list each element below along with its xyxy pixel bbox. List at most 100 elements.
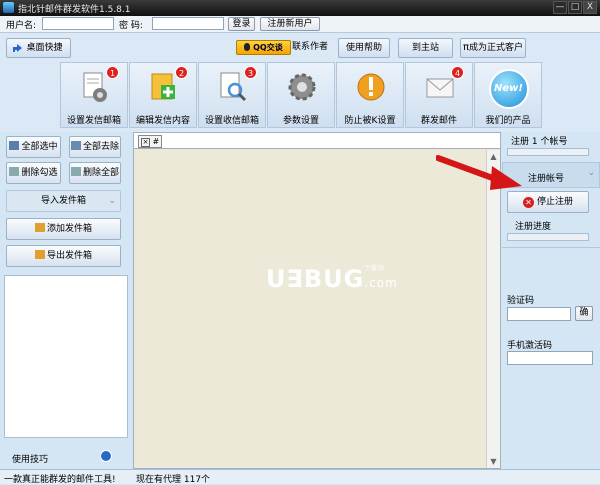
watermark: U∃BUG.com 下载站 bbox=[266, 265, 398, 293]
window-title: 指北针邮件群发软件1.5.8.1 bbox=[18, 5, 131, 15]
minimize-button[interactable]: — bbox=[553, 1, 567, 14]
chevron-down-icon: ⌄ bbox=[108, 196, 116, 206]
document-gear-icon bbox=[83, 72, 107, 102]
step-badge: 4 bbox=[451, 66, 464, 79]
contact-author-button[interactable]: QQ交谈 联系作者 bbox=[234, 38, 329, 58]
eraser-icon bbox=[9, 167, 20, 176]
watermark-sub: .com bbox=[364, 276, 398, 290]
confirm-button[interactable]: 确 bbox=[575, 306, 593, 321]
red-arrow-annotation bbox=[436, 155, 522, 190]
desktop-shortcut-label: 桌面快捷 bbox=[26, 43, 63, 53]
tab-main[interactable]: × # bbox=[138, 135, 162, 148]
tool-set-sender[interactable]: 1 设置发信邮箱 bbox=[60, 62, 128, 128]
tool-label: 编辑发信内容 bbox=[135, 116, 190, 126]
tool-label: 我们的产品 bbox=[485, 116, 531, 126]
tips-icon[interactable] bbox=[100, 450, 112, 462]
help-button[interactable]: 使用帮助 bbox=[338, 38, 390, 58]
tool-label: 参数设置 bbox=[282, 116, 319, 126]
watermark-main: U∃BUG bbox=[266, 265, 365, 293]
tool-anti-k[interactable]: 防止被K设置 bbox=[336, 62, 404, 128]
watermark-tag: 下载站 bbox=[364, 265, 386, 272]
step-badge: 3 bbox=[244, 66, 257, 79]
qq-chat-badge: QQ交谈 bbox=[236, 40, 291, 55]
delete-checked-label: 删除勾选 bbox=[21, 168, 58, 178]
step-badge: 1 bbox=[106, 66, 119, 79]
stop-register-label: 停止注册 bbox=[536, 197, 573, 207]
app-icon bbox=[3, 2, 14, 13]
warning-icon bbox=[357, 73, 385, 101]
remove-all-button[interactable]: 全部去除 bbox=[69, 136, 121, 158]
username-input[interactable] bbox=[42, 17, 114, 30]
eraser-icon bbox=[70, 167, 81, 176]
tab-close-icon[interactable]: × bbox=[141, 138, 150, 147]
envelope-icon bbox=[426, 78, 454, 98]
qq-chat-label: QQ交谈 bbox=[253, 43, 283, 52]
username-label: 用户名: bbox=[6, 21, 37, 31]
remove-all-icon bbox=[70, 141, 81, 150]
select-all-label: 全部选中 bbox=[21, 142, 58, 152]
top-bar: 桌面快捷 QQ交谈 联系作者 使用帮助 到主站 π成为正式客户 bbox=[0, 33, 600, 60]
select-all-icon bbox=[9, 141, 20, 150]
delete-all-button[interactable]: 删除全部 bbox=[69, 162, 121, 184]
import-outbox-label: 导入发件箱 bbox=[40, 196, 86, 206]
add-outbox-label: 添加发件箱 bbox=[46, 224, 92, 234]
delete-all-label: 删除全部 bbox=[82, 168, 119, 178]
login-button[interactable]: 登录 bbox=[228, 17, 255, 31]
main-toolbar: 1 设置发信邮箱 2 编辑发信内容 3 设置收信邮箱 参数设置 防止被K设置 4… bbox=[0, 60, 600, 132]
desktop-shortcut-button[interactable]: 桌面快捷 bbox=[6, 38, 71, 58]
tool-send-mail[interactable]: 4 群发邮件 bbox=[405, 62, 473, 128]
add-outbox-button[interactable]: 添加发件箱 bbox=[6, 218, 121, 240]
tool-label: 防止被K设置 bbox=[344, 116, 396, 126]
export-outbox-label: 导出发件箱 bbox=[46, 251, 92, 261]
tool-edit-content[interactable]: 2 编辑发信内容 bbox=[129, 62, 197, 128]
export-mailbox-icon bbox=[34, 250, 45, 259]
tool-parameters[interactable]: 参数设置 bbox=[267, 62, 335, 128]
chevron-down-icon: ⌄ bbox=[587, 168, 595, 178]
close-button[interactable]: X bbox=[583, 1, 597, 14]
proxy-count: 现在有代理 117个 bbox=[136, 475, 211, 485]
register-button[interactable]: 注册新用户 bbox=[260, 17, 320, 31]
status-slogan: 一款真正能群发的邮件工具! bbox=[4, 475, 116, 485]
tool-set-recipients[interactable]: 3 设置收信邮箱 bbox=[198, 62, 266, 128]
new-badge-icon: New! bbox=[489, 69, 529, 109]
password-label: 密 码: bbox=[119, 21, 143, 31]
captcha-image-area bbox=[502, 247, 600, 289]
status-bar: 一款真正能群发的邮件工具! 现在有代理 117个 bbox=[0, 469, 600, 485]
tab-bar: × # bbox=[134, 133, 500, 149]
tab-label: # bbox=[152, 137, 160, 146]
register-progress-label: 注册进度 bbox=[515, 222, 552, 232]
become-customer-button[interactable]: π成为正式客户 bbox=[460, 38, 526, 58]
import-outbox-dropdown[interactable]: 导入发件箱 ⌄ bbox=[6, 190, 121, 212]
sms-code-label: 手机激活码 bbox=[507, 341, 553, 351]
captcha-input[interactable] bbox=[507, 307, 571, 321]
login-row: 用户名: 密 码: 登录 注册新用户 bbox=[0, 16, 600, 33]
scroll-down-icon[interactable]: ▼ bbox=[489, 457, 498, 466]
remove-all-label: 全部去除 bbox=[82, 142, 119, 152]
outbox-list[interactable] bbox=[4, 275, 128, 438]
stop-register-button[interactable]: ✕ 停止注册 bbox=[507, 191, 589, 213]
tool-our-products[interactable]: New! 我们的产品 bbox=[474, 62, 542, 128]
delete-checked-button[interactable]: 删除勾选 bbox=[6, 162, 61, 184]
main-site-button[interactable]: 到主站 bbox=[398, 38, 453, 58]
tool-label: 设置收信邮箱 bbox=[204, 116, 259, 126]
tool-label: 设置发信邮箱 bbox=[66, 116, 121, 126]
title-bar: 指北针邮件群发软件1.5.8.1 — □ X bbox=[0, 0, 600, 16]
sms-code-input[interactable] bbox=[507, 351, 593, 365]
export-outbox-button[interactable]: 导出发件箱 bbox=[6, 245, 121, 267]
maximize-button[interactable]: □ bbox=[568, 1, 582, 14]
become-customer-label: 成为正式客户 bbox=[469, 43, 524, 53]
register-count-label: 注册 1 个帐号 bbox=[511, 137, 568, 147]
left-panel: 全部选中 全部去除 删除勾选 删除全部 导入发件箱 ⌄ 添加发件箱 导出发件箱 … bbox=[0, 132, 132, 469]
new-badge-text: New! bbox=[494, 83, 523, 94]
search-document-icon bbox=[220, 72, 247, 102]
register-progress-bar bbox=[507, 233, 589, 241]
edit-document-icon bbox=[151, 73, 175, 100]
qq-icon bbox=[244, 43, 251, 51]
register-account-label: 注册帐号 bbox=[528, 174, 565, 184]
arrow-up-icon bbox=[13, 44, 22, 52]
password-input[interactable] bbox=[152, 17, 224, 30]
select-all-button[interactable]: 全部选中 bbox=[6, 136, 61, 158]
captcha-label: 验证码 bbox=[507, 296, 535, 306]
tool-label: 群发邮件 bbox=[420, 116, 457, 126]
vertical-scrollbar[interactable]: ▲ ▼ bbox=[486, 150, 500, 468]
